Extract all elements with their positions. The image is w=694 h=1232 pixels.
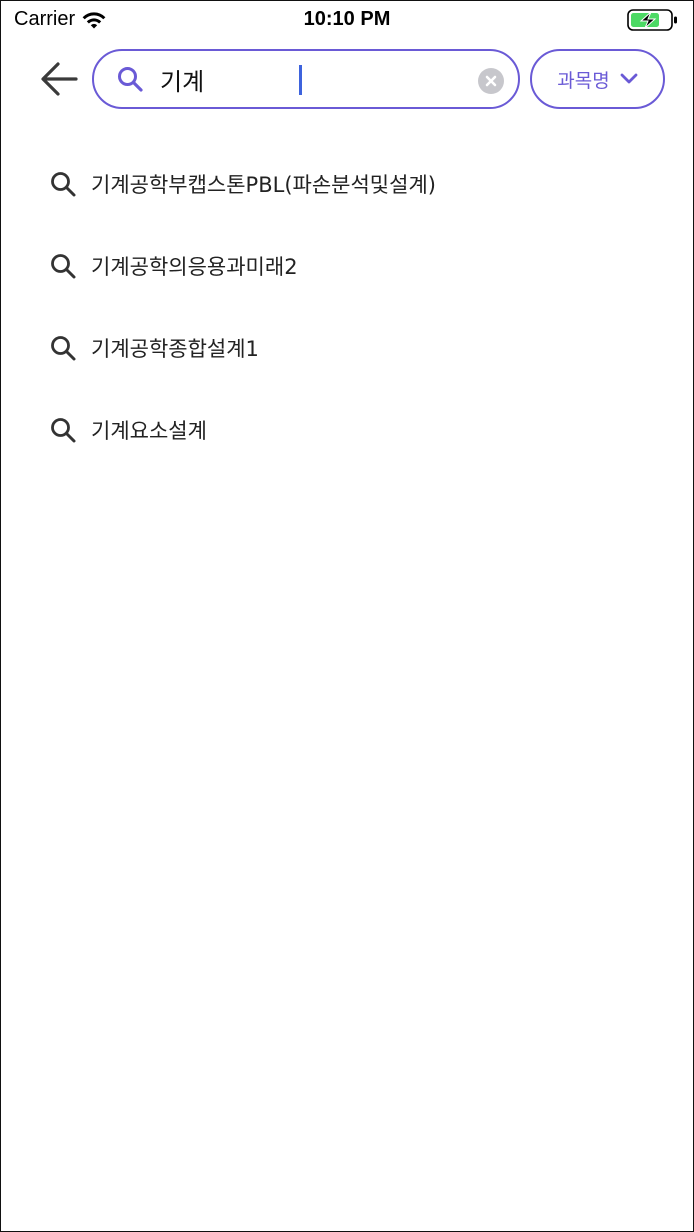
suggestion-label: 기계공학의응용과미래2 — [91, 255, 298, 279]
search-icon — [49, 416, 77, 444]
clear-search-button[interactable] — [478, 68, 504, 94]
search-type-dropdown[interactable]: 과목명 — [530, 49, 665, 109]
search-icon — [49, 334, 77, 362]
suggestion-label: 기계요소설계 — [91, 419, 207, 443]
back-button[interactable] — [37, 57, 81, 101]
status-bar: Carrier 10:10 PM — [1, 1, 693, 41]
search-icon — [116, 65, 144, 93]
text-cursor — [299, 65, 302, 95]
suggestion-list: 기계공학부캡스톤PBL(파손분석및설계) 기계공학의응용과미래2 기계공학종합설… — [1, 143, 693, 471]
suggestion-label: 기계공학종합설계1 — [91, 337, 259, 361]
arrow-left-icon — [41, 62, 78, 96]
clear-circle-icon — [485, 75, 497, 87]
search-box[interactable] — [92, 49, 520, 109]
search-type-label: 과목명 — [557, 69, 610, 92]
search-icon — [49, 170, 77, 198]
suggestion-item[interactable]: 기계공학의응용과미래2 — [1, 225, 693, 307]
app-screen: Carrier 10:10 PM 기계 과목명 기계공학부캡스톤PBL(파손분석… — [0, 0, 694, 1232]
suggestion-item[interactable]: 기계요소설계 — [1, 389, 693, 471]
chevron-down-icon — [620, 73, 638, 84]
suggestion-item[interactable]: 기계공학부캡스톤PBL(파손분석및설계) — [1, 143, 693, 225]
battery-charging-icon — [627, 9, 677, 31]
suggestion-item[interactable]: 기계공학종합설계1 — [1, 307, 693, 389]
search-icon — [49, 252, 77, 280]
search-header: 과목명 — [1, 47, 693, 111]
suggestion-label: 기계공학부캡스톤PBL(파손분석및설계) — [91, 173, 436, 197]
search-input[interactable] — [160, 59, 450, 99]
status-time: 10:10 PM — [303, 8, 391, 30]
